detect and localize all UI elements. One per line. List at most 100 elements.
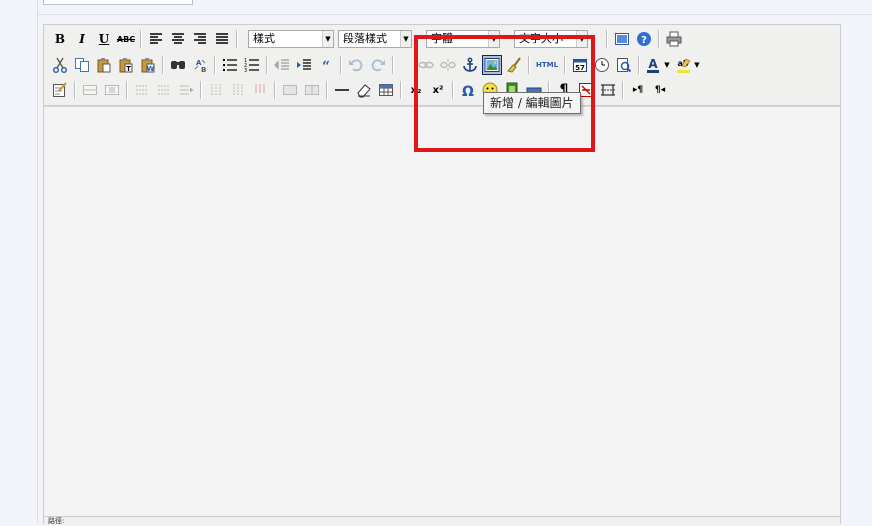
rtl-button[interactable]: ¶◂ bbox=[650, 80, 670, 100]
backcolor-dropdown[interactable]: ▼ bbox=[692, 55, 702, 75]
help-button[interactable]: ? bbox=[634, 29, 654, 49]
row-before-button[interactable] bbox=[132, 80, 152, 100]
anchor-icon bbox=[463, 57, 477, 72]
backcolor-button[interactable]: ab bbox=[674, 55, 694, 75]
image-button[interactable] bbox=[482, 55, 502, 75]
font-select[interactable]: 字體 ▼ bbox=[426, 30, 500, 48]
undo-button[interactable] bbox=[346, 55, 366, 75]
font-size-select[interactable]: 文字大小 ▼ bbox=[514, 30, 588, 48]
preview-button[interactable] bbox=[614, 55, 634, 75]
chevron-down-icon: ▼ bbox=[322, 31, 333, 47]
align-justify-button[interactable] bbox=[212, 29, 232, 49]
styles-select[interactable]: 樣式 ▼ bbox=[248, 30, 334, 48]
forecolor-button[interactable]: A bbox=[644, 55, 664, 75]
html-source-button[interactable]: HTML bbox=[534, 55, 560, 75]
insert-row-after-icon bbox=[158, 85, 170, 95]
col-before-button[interactable] bbox=[206, 80, 226, 100]
italic-button[interactable]: I bbox=[72, 29, 92, 49]
unlink-button[interactable] bbox=[438, 55, 458, 75]
ltr-button[interactable]: ▸¶ bbox=[628, 80, 648, 100]
replace-button[interactable]: AB bbox=[190, 55, 210, 75]
row-props-button[interactable] bbox=[80, 80, 100, 100]
svg-text:T: T bbox=[126, 65, 131, 73]
edit-css-button[interactable] bbox=[50, 80, 70, 100]
remove-format-button[interactable] bbox=[354, 80, 374, 100]
find-button[interactable] bbox=[168, 55, 188, 75]
cell-props-button[interactable] bbox=[102, 80, 122, 100]
indent-button[interactable] bbox=[294, 55, 314, 75]
merge-cells-button[interactable] bbox=[302, 80, 322, 100]
svg-text:Ω: Ω bbox=[462, 84, 474, 98]
strikethrough-button[interactable]: ABC bbox=[116, 29, 136, 49]
blockquote-button[interactable]: “ bbox=[316, 55, 336, 75]
link-icon bbox=[418, 61, 434, 69]
insert-date-icon: 57 bbox=[573, 59, 587, 72]
align-center-button[interactable] bbox=[168, 29, 188, 49]
special-char-icon: Ω bbox=[462, 84, 474, 98]
editor-toolbar: B I U ABC 樣式 ▼ 段落樣式 ▼ 字體 ▼ 文字大小 ▼ ? T W … bbox=[44, 25, 840, 106]
insert-layer-icon bbox=[601, 84, 615, 96]
chevron-down-icon: ▼ bbox=[694, 61, 700, 69]
unlink-icon bbox=[440, 59, 456, 71]
forecolor-dropdown[interactable]: ▼ bbox=[662, 55, 672, 75]
row-after-button[interactable] bbox=[154, 80, 174, 100]
toolbar-separator bbox=[658, 30, 660, 48]
indent-icon bbox=[297, 59, 311, 70]
anchor-button[interactable] bbox=[460, 55, 480, 75]
fullscreen-icon bbox=[615, 33, 629, 45]
paste-word-icon: W bbox=[141, 58, 155, 73]
print-button[interactable] bbox=[664, 29, 684, 49]
align-right-button[interactable] bbox=[190, 29, 210, 49]
col-after-button[interactable] bbox=[228, 80, 248, 100]
table-icon bbox=[379, 84, 393, 96]
align-left-button[interactable] bbox=[146, 29, 166, 49]
paste-word-button[interactable]: W bbox=[138, 55, 158, 75]
paste-button[interactable] bbox=[94, 55, 114, 75]
delete-col-icon bbox=[255, 84, 265, 93]
insert-layer-button[interactable] bbox=[598, 80, 618, 100]
format-select[interactable]: 段落樣式 ▼ bbox=[338, 30, 412, 48]
subscript-icon: x₂ bbox=[410, 84, 422, 96]
strikethrough-icon: ABC bbox=[116, 34, 136, 44]
merge-cells-icon bbox=[305, 85, 319, 95]
html-source-icon: HTML bbox=[535, 61, 559, 69]
help-icon: ? bbox=[637, 32, 651, 46]
forecolor-icon: A bbox=[647, 57, 659, 73]
delete-col-button[interactable] bbox=[250, 80, 270, 100]
split-cells-button[interactable] bbox=[280, 80, 300, 100]
cleanup-button[interactable] bbox=[504, 55, 524, 75]
underline-button[interactable]: U bbox=[94, 29, 114, 49]
bold-button[interactable]: B bbox=[50, 29, 70, 49]
table-button[interactable] bbox=[376, 80, 396, 100]
chevron-down-icon: ▼ bbox=[400, 31, 411, 47]
numbered-list-button[interactable]: 123 bbox=[242, 55, 262, 75]
font-select-value: 字體 bbox=[431, 32, 453, 45]
paste-icon bbox=[97, 58, 111, 73]
toolbar-separator bbox=[528, 56, 530, 74]
svg-text:B: B bbox=[201, 66, 206, 73]
blockquote-icon: “ bbox=[322, 59, 330, 73]
align-left-icon bbox=[150, 33, 162, 44]
find-icon bbox=[171, 61, 185, 69]
outdent-button[interactable] bbox=[272, 55, 292, 75]
title-input[interactable] bbox=[43, 0, 193, 5]
subscript-button[interactable]: x₂ bbox=[406, 80, 426, 100]
toolbar-separator bbox=[564, 56, 566, 74]
fullscreen-button[interactable] bbox=[612, 29, 632, 49]
editor-content-area[interactable] bbox=[44, 106, 840, 517]
bullet-list-button[interactable] bbox=[220, 55, 240, 75]
superscript-button[interactable]: x² bbox=[428, 80, 448, 100]
toolbar-separator bbox=[200, 81, 202, 99]
insert-time-button[interactable] bbox=[592, 55, 612, 75]
cut-button[interactable] bbox=[50, 55, 70, 75]
insert-date-button[interactable]: 57 bbox=[570, 55, 590, 75]
redo-button[interactable] bbox=[368, 55, 388, 75]
special-char-button[interactable]: Ω bbox=[458, 80, 478, 100]
chevron-down-icon: ▼ bbox=[488, 31, 499, 47]
preview-icon bbox=[617, 58, 632, 73]
paste-text-button[interactable]: T bbox=[116, 55, 136, 75]
link-button[interactable] bbox=[416, 55, 436, 75]
horizontal-rule-button[interactable] bbox=[332, 80, 352, 100]
copy-button[interactable] bbox=[72, 55, 92, 75]
delete-row-button[interactable] bbox=[176, 80, 196, 100]
